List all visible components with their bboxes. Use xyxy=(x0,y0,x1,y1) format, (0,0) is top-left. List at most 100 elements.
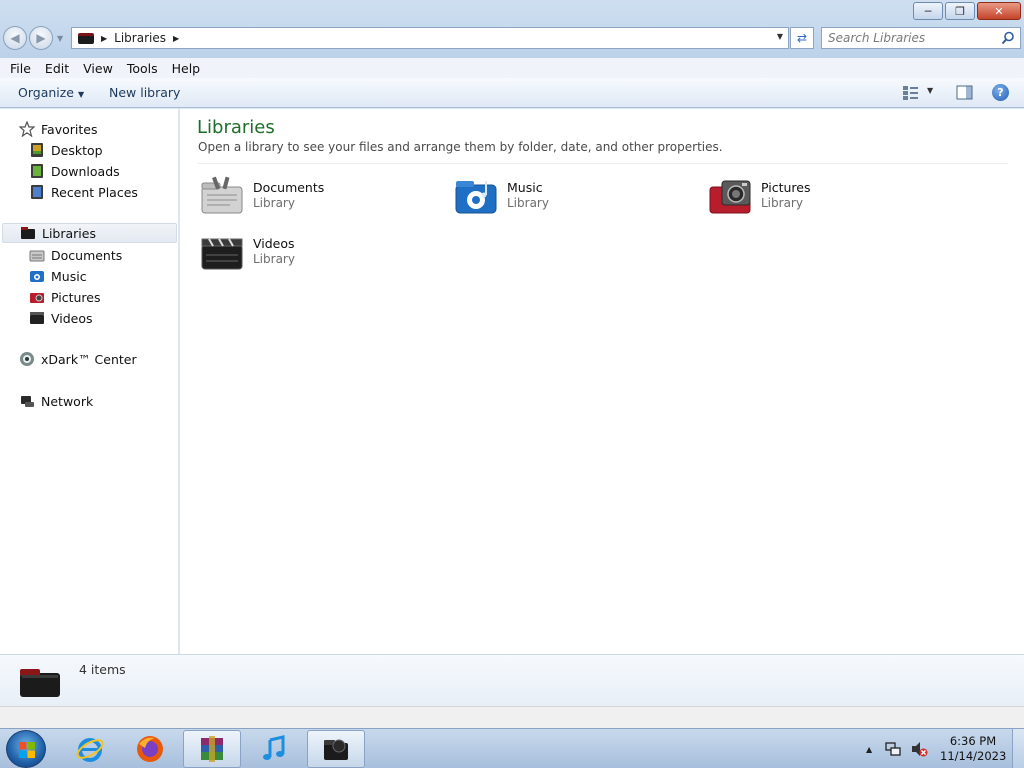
videos-icon xyxy=(29,310,45,326)
start-button[interactable] xyxy=(6,730,46,768)
sidebar-network-label: Network xyxy=(41,393,94,409)
library-type-documents: Library xyxy=(253,196,295,210)
network-icon xyxy=(19,393,35,409)
taskbar-windows-explorer[interactable] xyxy=(307,730,365,768)
menu-bar: File Edit View Tools Help xyxy=(0,58,1024,78)
refresh-icon: ⇄ xyxy=(796,31,808,45)
music-library-icon xyxy=(455,181,497,214)
library-tile-pictures[interactable]: Pictures Library xyxy=(708,175,948,219)
taskbar-firefox[interactable] xyxy=(121,730,179,768)
library-tile-videos[interactable]: Videos Library xyxy=(200,231,440,275)
library-tile-documents[interactable]: Documents Library xyxy=(200,175,440,219)
videos-library-icon xyxy=(201,238,243,270)
internet-explorer-icon xyxy=(76,738,104,762)
sidebar-item-documents[interactable]: Documents xyxy=(29,245,122,265)
recent-pages-dropdown[interactable]: ▼ xyxy=(57,34,63,43)
details-pane: 4 items xyxy=(0,654,1024,706)
taskbar-internet-explorer[interactable] xyxy=(61,730,119,768)
breadcrumb-chevron-icon[interactable]: ▶ xyxy=(173,34,179,43)
forward-button[interactable]: ▶ xyxy=(29,26,53,50)
forward-arrow-icon: ▶ xyxy=(36,31,46,45)
clock-date: 11/14/2023 xyxy=(940,749,1007,763)
libraries-icon xyxy=(20,225,36,241)
command-bar: Organize ▼ New library ▼ ? xyxy=(0,78,1024,108)
sidebar-favorites-label: Favorites xyxy=(41,121,98,137)
new-library-label: New library xyxy=(109,85,181,100)
help-icon[interactable]: ? xyxy=(992,84,1009,101)
windows-logo-icon xyxy=(19,742,35,758)
change-view-icon[interactable] xyxy=(902,85,920,101)
itunes-music-note-icon xyxy=(263,735,285,760)
search-input[interactable] xyxy=(822,31,992,45)
organize-button[interactable]: Organize ▼ xyxy=(18,85,84,100)
breadcrumb-separator-icon[interactable]: ▶ xyxy=(101,34,107,43)
sidebar-favorites[interactable]: Favorites xyxy=(19,119,97,139)
xdark-center-icon xyxy=(19,351,35,367)
library-tile-music[interactable]: Music Library xyxy=(454,175,694,219)
sidebar-xdark-center-label: xDark™ Center xyxy=(41,351,137,367)
library-name-videos: Videos xyxy=(253,236,295,251)
page-title: Libraries xyxy=(197,117,275,138)
sidebar-network[interactable]: Network xyxy=(19,391,93,411)
address-bar[interactable]: ▶ Libraries ▶ ▼ xyxy=(71,27,789,49)
documents-library-icon xyxy=(201,176,243,214)
menu-help[interactable]: Help xyxy=(165,61,208,76)
sidebar-item-downloads[interactable]: Downloads xyxy=(29,161,120,181)
sidebar-item-desktop[interactable]: Desktop xyxy=(29,140,103,160)
new-library-button[interactable]: New library xyxy=(109,85,180,100)
library-name-pictures: Pictures xyxy=(761,180,811,195)
back-button[interactable]: ◀ xyxy=(3,26,27,50)
taskbar-clock[interactable]: 6:36 PM 11/14/2023 xyxy=(940,734,1006,764)
library-type-music: Library xyxy=(507,196,549,210)
close-button[interactable]: ✕ xyxy=(977,2,1021,20)
address-dropdown-icon[interactable]: ▼ xyxy=(777,32,783,41)
back-arrow-icon: ◀ xyxy=(10,31,20,45)
menu-file[interactable]: File xyxy=(3,61,38,76)
sidebar-item-videos[interactable]: Videos xyxy=(29,308,93,328)
sidebar-item-pictures[interactable]: Pictures xyxy=(29,287,101,307)
library-name-documents: Documents xyxy=(253,180,325,195)
network-tray-icon[interactable] xyxy=(884,740,902,758)
search-box[interactable] xyxy=(821,27,1021,49)
preview-pane-icon[interactable] xyxy=(956,85,973,100)
menu-tools[interactable]: Tools xyxy=(120,61,165,76)
taskbar-itunes[interactable] xyxy=(245,730,303,768)
system-tray: ▲ xyxy=(866,729,928,768)
window-controls: ─ ❐ ✕ xyxy=(911,2,1021,20)
sidebar-item-music[interactable]: Music xyxy=(29,266,87,286)
sidebar-item-music-label: Music xyxy=(51,268,87,284)
show-desktop-button[interactable] xyxy=(1012,729,1024,768)
sidebar-item-pictures-label: Pictures xyxy=(51,289,101,305)
show-hidden-icons-arrow[interactable]: ▲ xyxy=(866,745,872,754)
documents-icon xyxy=(29,247,45,263)
sidebar-libraries-label: Libraries xyxy=(42,225,96,241)
volume-muted-icon[interactable] xyxy=(910,740,928,758)
view-options-dropdown[interactable]: ▼ xyxy=(927,86,933,95)
refresh-button[interactable]: ⇄ xyxy=(790,27,814,49)
pictures-icon xyxy=(29,289,45,305)
organize-caret-icon: ▼ xyxy=(78,90,85,99)
library-type-pictures: Library xyxy=(761,196,803,210)
restore-button[interactable]: ❐ xyxy=(945,2,975,20)
winrar-icon xyxy=(201,736,223,762)
sidebar-item-videos-label: Videos xyxy=(51,310,93,326)
status-bar xyxy=(0,706,1024,728)
breadcrumb-libraries[interactable]: Libraries xyxy=(114,31,166,45)
sidebar-libraries[interactable]: Libraries xyxy=(2,223,177,243)
sidebar-xdark-center[interactable]: xDark™ Center xyxy=(19,349,137,369)
minimize-button[interactable]: ─ xyxy=(913,2,943,20)
explorer-folder-icon xyxy=(324,739,348,760)
libraries-folder-icon xyxy=(78,32,94,44)
navigation-pane: Favorites Desktop Downloads Recent Place… xyxy=(0,109,179,654)
sidebar-item-recent-places[interactable]: Recent Places xyxy=(29,182,138,202)
taskbar: ▲ 6:36 PM 11/14/2023 xyxy=(0,728,1024,768)
item-count: 4 items xyxy=(79,662,126,677)
menu-view[interactable]: View xyxy=(76,61,120,76)
search-icon[interactable] xyxy=(1001,31,1015,45)
page-subtitle: Open a library to see your files and arr… xyxy=(198,140,723,154)
music-icon xyxy=(29,268,45,284)
taskbar-winrar[interactable] xyxy=(183,730,241,768)
downloads-icon xyxy=(29,163,45,179)
star-icon xyxy=(19,121,35,137)
menu-edit[interactable]: Edit xyxy=(38,61,76,76)
